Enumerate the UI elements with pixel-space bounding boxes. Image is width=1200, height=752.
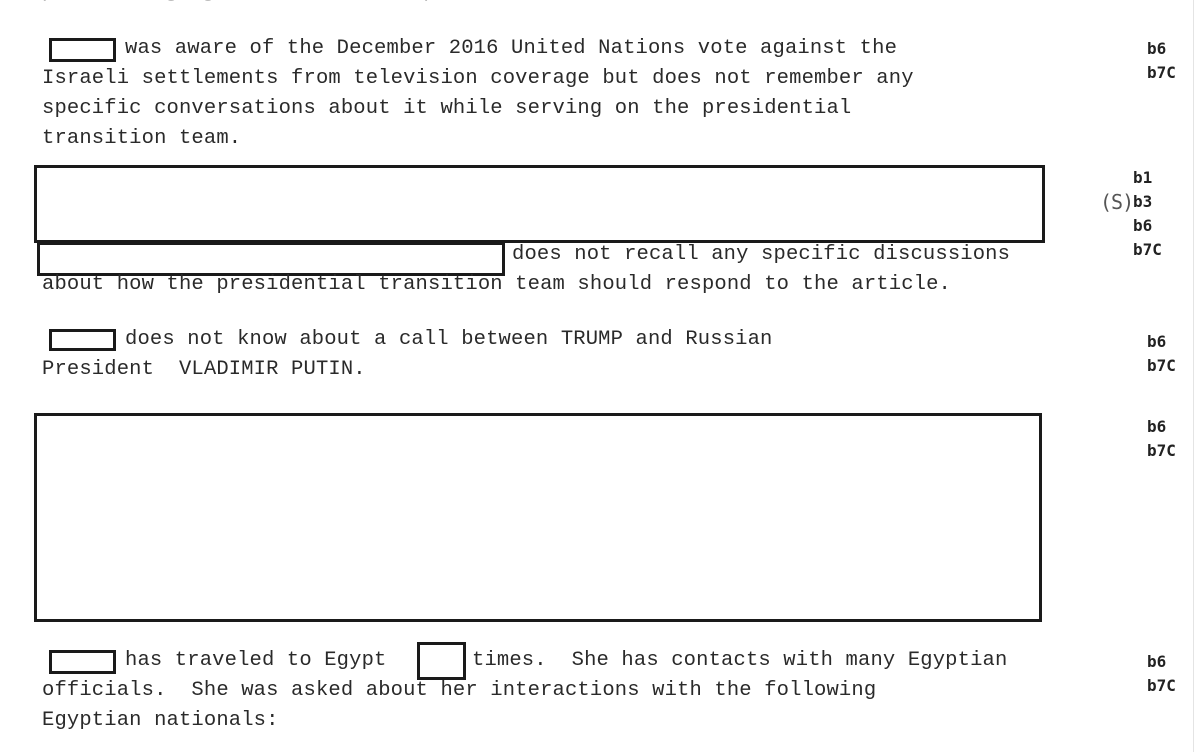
redaction-box-large [34, 165, 1045, 243]
exemption-code: b1 [1133, 168, 1153, 187]
paragraph-line: Israeli settlements from television cove… [42, 67, 914, 90]
paragraph-line: does not recall any specific discussions [512, 243, 1011, 266]
exemption-code: b7C [1133, 240, 1162, 259]
redaction-box-count [417, 642, 466, 680]
page-edge [1193, 0, 1194, 752]
exemption-code: b7C [1147, 63, 1176, 82]
paragraph-line: officials. She was asked about her inter… [42, 679, 877, 702]
paragraph-line: times. She has contacts with many Egypti… [472, 649, 1008, 672]
paragraph-line: does not know about a call between TRUMP… [125, 328, 773, 351]
exemption-code: b6 [1147, 417, 1167, 436]
exemption-code: b6 [1147, 652, 1167, 671]
paragraph-line: has traveled to Egypt [125, 649, 387, 672]
redaction-box-name [49, 329, 116, 351]
paragraph-line: Egyptian nationals: [42, 709, 279, 732]
paragraph-line: about how the presidential transition te… [42, 273, 951, 296]
exemption-code: b7C [1147, 676, 1176, 695]
paragraph-line: President VLADIMIR PUTIN. [42, 358, 366, 381]
redaction-box-name [49, 38, 116, 62]
exemption-code: b7C [1147, 441, 1176, 460]
classification-mark: (S) [1100, 190, 1134, 214]
exemption-code: b7C [1147, 356, 1176, 375]
redaction-box-paragraph [34, 413, 1042, 622]
redaction-box-name [49, 650, 116, 674]
exemption-code: b6 [1147, 39, 1167, 58]
paragraph-line: was aware of the December 2016 United Na… [125, 37, 898, 60]
paragraph-line: transition team. [42, 127, 242, 150]
exemption-code: b6 [1133, 216, 1153, 235]
paragraph-line: specific conversations about it while se… [42, 97, 852, 120]
exemption-code: b3 [1133, 192, 1153, 211]
exemption-code: b6 [1147, 332, 1167, 351]
clipped-top-line: preexisting agreements with respect to t… [42, 0, 731, 8]
